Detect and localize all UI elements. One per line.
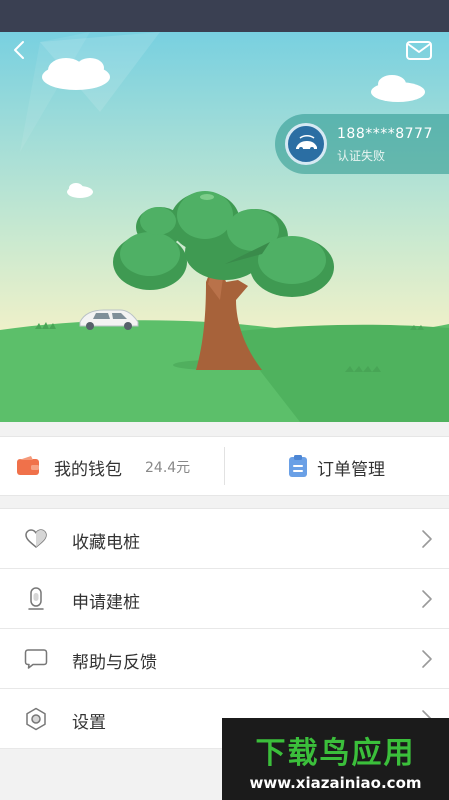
hero-illustration xyxy=(0,32,449,422)
watermark-title: 下载鸟应用 xyxy=(255,736,416,771)
mail-icon xyxy=(406,41,432,60)
chevron-right-icon xyxy=(422,530,432,548)
chevron-right-icon xyxy=(422,650,432,668)
status-bar xyxy=(0,0,449,32)
profile-hero-banner: 188****8777 认证失败 xyxy=(0,32,449,422)
menu-item-label: 设置 xyxy=(72,713,106,733)
charger-icon xyxy=(28,587,44,610)
back-button[interactable] xyxy=(8,38,32,62)
menu-item-help-feedback[interactable]: 帮助与反馈 xyxy=(0,629,449,689)
messages-button[interactable] xyxy=(405,40,433,62)
heart-icon xyxy=(25,529,47,548)
watermark-logo: 下载鸟应用 www.xiazainiao.com xyxy=(222,718,449,800)
gear-icon xyxy=(26,707,46,731)
watermark-url: www.xiazainiao.com xyxy=(249,774,422,792)
wallet-icon xyxy=(17,456,39,475)
orders-button[interactable]: 订单管理 xyxy=(225,437,449,495)
orders-label: 订单管理 xyxy=(317,460,385,480)
menu-item-label: 收藏电桩 xyxy=(72,533,140,553)
settings-menu: 收藏电桩 申请建桩 帮助与反馈 设置 xyxy=(0,508,449,749)
user-account-card[interactable]: 188****8777 认证失败 xyxy=(275,114,449,174)
avatar[interactable] xyxy=(285,123,327,165)
chat-bubble-icon xyxy=(24,649,48,669)
user-phone: 188****8777 xyxy=(337,126,433,142)
wallet-balance: 24.4元 xyxy=(145,460,191,476)
menu-item-favorites[interactable]: 收藏电桩 xyxy=(0,509,449,569)
electric-car-icon xyxy=(296,134,317,151)
chevron-right-icon xyxy=(422,590,432,608)
clipboard-icon xyxy=(289,455,307,477)
wallet-label: 我的钱包 xyxy=(54,460,122,480)
wallet-button[interactable]: 我的钱包 24.4元 xyxy=(0,437,224,495)
menu-item-label: 帮助与反馈 xyxy=(72,653,157,673)
menu-item-label: 申请建桩 xyxy=(72,593,140,613)
cloud xyxy=(42,58,110,90)
quick-actions-bar: 我的钱包 24.4元 订单管理 xyxy=(0,436,449,496)
menu-item-apply-charger[interactable]: 申请建桩 xyxy=(0,569,449,629)
chevron-left-icon xyxy=(14,41,24,59)
verification-status: 认证失败 xyxy=(337,149,386,163)
